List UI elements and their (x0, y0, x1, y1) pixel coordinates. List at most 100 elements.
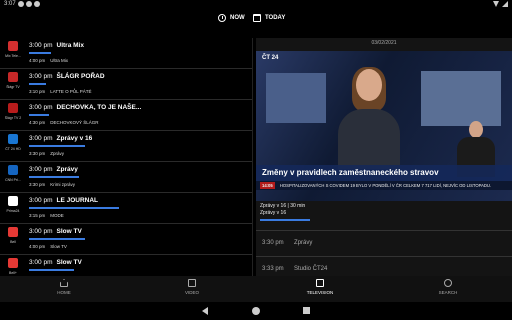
current-program: 3:00 pm Zprávy v 16 (29, 135, 92, 142)
next-time: 4:00 pm (29, 244, 46, 249)
channel-logo: Bell+ (2, 258, 24, 276)
program-progress (29, 238, 85, 240)
channel-logo: Šlágr TV 2 (2, 103, 24, 127)
next-title: LATTE O PŮL PÁTÉ (50, 89, 92, 94)
program-row[interactable]: Bell+ 3:00 pm Slow TV (0, 255, 252, 276)
schedule-item[interactable]: 3:30 pm Zprávy (256, 230, 512, 256)
bottom-navigation: HOME VIDEO TELEVISION SEARCH (0, 276, 512, 302)
nav-search[interactable]: SEARCH (418, 279, 478, 295)
studio-screen (266, 73, 326, 123)
channel-name: Šlágr TV 2 (4, 116, 22, 120)
now-button[interactable]: NOW (218, 14, 245, 22)
detail-panel: 03/02/2021 ČT 24 Změny v pravidlech zamě… (256, 38, 512, 276)
nav-label: TELEVISION (306, 290, 334, 295)
program-time: 3:00 pm (29, 259, 53, 266)
schedule-title: Studio ČT24 (294, 266, 328, 272)
program-title: DECHOVKA, TO JE NAŠE... (56, 104, 142, 111)
channel-logo: CNN Pri... (2, 165, 24, 189)
current-program: 3:00 pm Zprávy (29, 166, 78, 173)
search-icon (444, 279, 452, 287)
program-row[interactable]: Šlágr TV 2 3:00 pm DECHOVKA, TO JE NAŠE..… (0, 100, 252, 131)
next-title: DECHOVKOVÝ ŠLÁGR (50, 120, 99, 125)
program-row[interactable]: Bell 3:00 pm Slow TV 4:00 pm Slow TV (0, 224, 252, 255)
channel-logo: Šlágr TV (2, 72, 24, 96)
channel-name: CNN Pri... (5, 178, 21, 182)
program-progress (29, 145, 85, 147)
nav-video[interactable]: VIDEO (162, 279, 222, 295)
program-progress (29, 114, 49, 116)
next-program: 4:00 pm Slow TV (29, 244, 67, 249)
next-time: 4:00 pm (29, 58, 46, 63)
program-row[interactable]: Prima24 3:00 pm LE JOURNAL 3:15 pm MODE (0, 193, 252, 224)
video-player[interactable]: ČT 24 Změny v pravidlech zaměstnaneckého… (256, 51, 512, 201)
today-label: TODAY (265, 15, 286, 21)
program-title: LE JOURNAL (56, 197, 99, 204)
system-navigation (0, 302, 512, 320)
nav-label: HOME (57, 290, 71, 295)
today-button[interactable]: TODAY (253, 14, 285, 22)
program-list[interactable]: Mix Tele... 3:00 pm Ultra Mix 4:00 pm Ultr… (0, 38, 253, 276)
channel-logo-icon (8, 134, 18, 144)
program-info-subtitle: Zprávy v 16 (260, 210, 287, 216)
next-title: MODE (50, 213, 64, 218)
clock-icon (218, 14, 226, 22)
channel-logo-icon (8, 165, 18, 175)
home-icon (60, 279, 68, 287)
next-title: Ultra Mix (50, 58, 69, 63)
schedule-title: Zprávy (294, 240, 313, 246)
channel-logo-icon (8, 196, 18, 206)
news-caption: Změny v pravidlech zaměstnaneckého strav… (256, 165, 512, 181)
channel-logo-icon (8, 227, 18, 237)
news-ticker: 14:05 HOSPITALIZOVANÝCH S COVIDEM 19 BYL… (256, 181, 512, 190)
home-circle-icon[interactable] (252, 307, 260, 315)
status-notification-icons (18, 1, 40, 7)
nav-label: VIDEO (184, 290, 199, 295)
status-time: 3:07 (4, 1, 16, 7)
status-system-icons (493, 1, 508, 7)
program-title: Ultra Mix (56, 42, 84, 49)
program-progress (29, 269, 74, 271)
program-progress (29, 176, 79, 178)
program-row[interactable]: Mix Tele... 3:00 pm Ultra Mix 4:00 pm Ultr… (0, 38, 252, 69)
program-time: 3:00 pm (29, 228, 53, 235)
next-time: 3:15 pm (29, 213, 46, 218)
current-program: 3:00 pm ŠLÁGR POŘAD (29, 73, 105, 80)
program-row[interactable]: CNN Pri... 3:00 pm Zprávy 3:30 pm Krimi zp… (0, 162, 252, 193)
current-program: 3:00 pm Ultra Mix (29, 42, 84, 49)
channel-logo-icon (8, 258, 18, 268)
program-row[interactable]: Šlágr TV 3:00 pm ŠLÁGR POŘAD 3:10 pm LATTE… (0, 69, 252, 100)
current-program: 3:00 pm Slow TV (29, 259, 82, 266)
channel-logo: ČT 24 HD (2, 134, 24, 158)
notification-icon (18, 1, 24, 7)
program-title: Slow TV (56, 228, 82, 235)
news-anchor (334, 67, 404, 169)
current-program: 3:00 pm LE JOURNAL (29, 197, 98, 204)
program-row[interactable]: ČT 24 HD 3:00 pm Zprávy v 16 3:30 pm Zpráv… (0, 131, 252, 162)
program-time: 3:00 pm (29, 197, 53, 204)
back-icon[interactable] (202, 307, 208, 315)
nav-home[interactable]: HOME (34, 279, 94, 295)
channel-name: Prima24 (6, 209, 20, 213)
notification-icon (34, 1, 40, 7)
calendar-icon (253, 14, 261, 22)
next-time: 4:30 pm (29, 120, 46, 125)
channel-logo: Mix Tele... (2, 41, 24, 65)
ticker-text: HOSPITALIZOVANÝCH S COVIDEM 19 BYLO V PO… (279, 183, 492, 188)
next-time: 3:30 pm (29, 151, 46, 156)
channel-name: Bell+ (9, 271, 17, 275)
next-program: 4:30 pm DECHOVKOVÝ ŠLÁGR (29, 120, 99, 125)
next-program: 3:30 pm Krimi zprávy (29, 182, 75, 187)
wifi-icon (493, 1, 499, 7)
next-time: 3:10 pm (29, 89, 46, 94)
program-title: Zprávy (56, 166, 78, 173)
program-time: 3:00 pm (29, 166, 53, 173)
time-controls: NOW TODAY (0, 14, 512, 28)
program-progress (29, 207, 119, 209)
channel-logo-icon (8, 41, 18, 51)
recents-icon[interactable] (303, 307, 310, 314)
current-program: 3:00 pm DECHOVKA, TO JE NAŠE... (29, 104, 141, 111)
channel-name: Bell (10, 240, 16, 244)
tv-icon (316, 279, 324, 287)
nav-television[interactable]: TELEVISION (290, 279, 350, 295)
channel-logo: Bell (2, 227, 24, 251)
